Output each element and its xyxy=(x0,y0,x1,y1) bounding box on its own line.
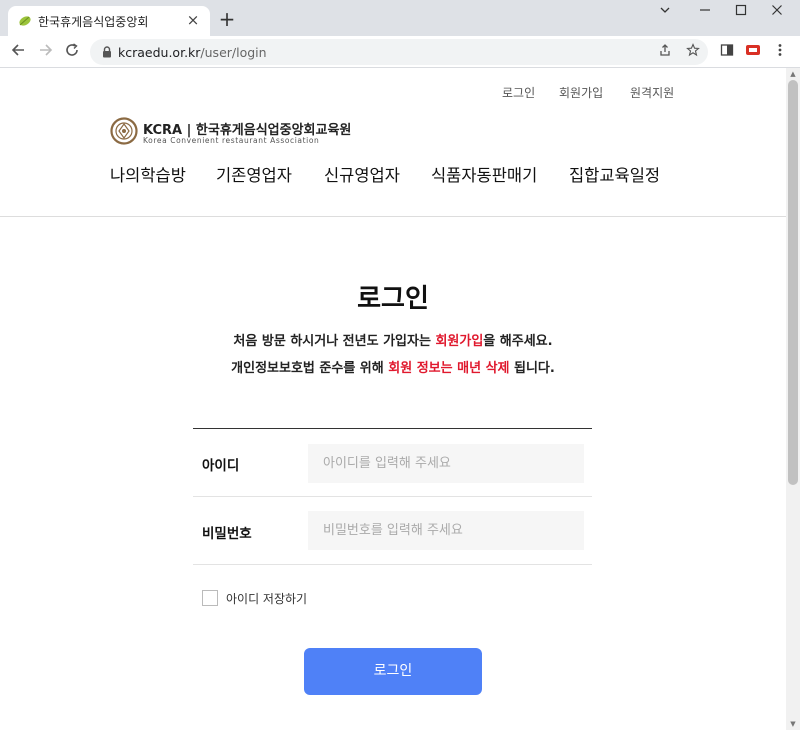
bookmark-star-icon[interactable] xyxy=(684,43,702,61)
more-menu-icon[interactable] xyxy=(771,43,789,61)
nav-vending-machine[interactable]: 식품자동판매기 xyxy=(431,162,537,186)
notice-1-text-b: 을 해주세요. xyxy=(483,334,553,349)
scroll-up-icon[interactable]: ▲ xyxy=(789,70,797,78)
util-link-login[interactable]: 로그인 xyxy=(502,84,535,101)
browser-toolbar: kcraedu.or.kr/user/login xyxy=(0,36,800,68)
new-tab-button[interactable]: + xyxy=(216,8,238,30)
notice-line-2: 개인정보보호법 준수를 위해 회원 정보는 매년 삭제 됩니다. xyxy=(0,357,786,376)
chevron-down-icon[interactable] xyxy=(652,4,678,22)
util-link-signup[interactable]: 회원가입 xyxy=(559,84,603,101)
id-label: 아이디 xyxy=(202,458,240,474)
nav-new-business[interactable]: 신규영업자 xyxy=(324,162,400,186)
url-path: /user/login xyxy=(200,45,267,60)
minimize-icon[interactable] xyxy=(692,4,718,22)
page-content: 로그인 회원가입 원격지원 KCRA | 한국휴게음식업중앙회교육원 Korea… xyxy=(0,68,786,730)
back-arrow-icon[interactable] xyxy=(6,40,30,64)
notice-1-text-a: 처음 방문 하시거나 전년도 가입자는 xyxy=(233,334,436,349)
vertical-scrollbar[interactable]: ▲ ▼ xyxy=(786,68,800,730)
notice-2-text-a: 개인정보보호법 준수를 위해 xyxy=(231,361,389,376)
notice-2-text-b: 됩니다. xyxy=(509,361,555,376)
browser-tab-bar: 한국휴게음식업중앙회 × + xyxy=(0,0,800,36)
form-top-border xyxy=(193,428,592,429)
scroll-down-icon[interactable]: ▼ xyxy=(789,720,797,728)
password-input[interactable] xyxy=(308,511,584,550)
address-bar[interactable]: kcraedu.or.kr/user/login xyxy=(90,39,708,65)
browser-tab[interactable]: 한국휴게음식업중앙회 × xyxy=(8,6,210,36)
tab-title: 한국휴게음식업중앙회 xyxy=(38,15,149,29)
notice-1-highlight: 회원가입 xyxy=(435,334,484,349)
forward-arrow-icon[interactable] xyxy=(34,40,58,64)
nav-my-study[interactable]: 나의학습방 xyxy=(110,162,186,186)
row-divider-1 xyxy=(193,496,592,497)
url-text: kcraedu.or.kr/user/login xyxy=(118,45,267,60)
header-divider xyxy=(0,216,786,217)
nav-group-education-schedule[interactable]: 집합교육일정 xyxy=(569,162,660,186)
close-window-icon[interactable] xyxy=(764,4,790,22)
password-label: 비밀번호 xyxy=(202,526,252,542)
logo-subtitle: Korea Convenient restaurant Association xyxy=(143,136,320,145)
nav-existing-business[interactable]: 기존영업자 xyxy=(216,162,292,186)
lock-icon xyxy=(103,46,111,58)
site-logo[interactable]: KCRA | 한국휴게음식업중앙회교육원 Korea Convenient re… xyxy=(110,116,351,146)
util-link-remote-support[interactable]: 원격지원 xyxy=(630,84,674,101)
login-button[interactable]: 로그인 xyxy=(304,648,482,695)
maximize-icon[interactable] xyxy=(728,4,754,22)
leaf-favicon-icon xyxy=(19,16,31,26)
row-divider-2 xyxy=(193,564,592,565)
notice-line-1: 처음 방문 하시거나 전년도 가입자는 회원가입을 해주세요. xyxy=(0,330,786,349)
extension-icon[interactable] xyxy=(744,43,762,61)
url-domain: kcraedu.or.kr xyxy=(118,45,201,60)
scrollbar-thumb[interactable] xyxy=(788,80,798,485)
notice-2-highlight: 회원 정보는 매년 삭제 xyxy=(388,361,510,376)
id-input[interactable] xyxy=(308,444,584,483)
remember-id-checkbox[interactable] xyxy=(202,590,218,606)
reload-icon[interactable] xyxy=(60,40,84,64)
tab-close-icon[interactable]: × xyxy=(184,11,202,29)
side-panel-icon[interactable] xyxy=(718,43,736,61)
share-icon[interactable] xyxy=(656,43,674,61)
page-title: 로그인 xyxy=(357,284,429,314)
kcra-emblem-icon xyxy=(110,117,138,145)
remember-id-label[interactable]: 아이디 저장하기 xyxy=(226,590,307,607)
